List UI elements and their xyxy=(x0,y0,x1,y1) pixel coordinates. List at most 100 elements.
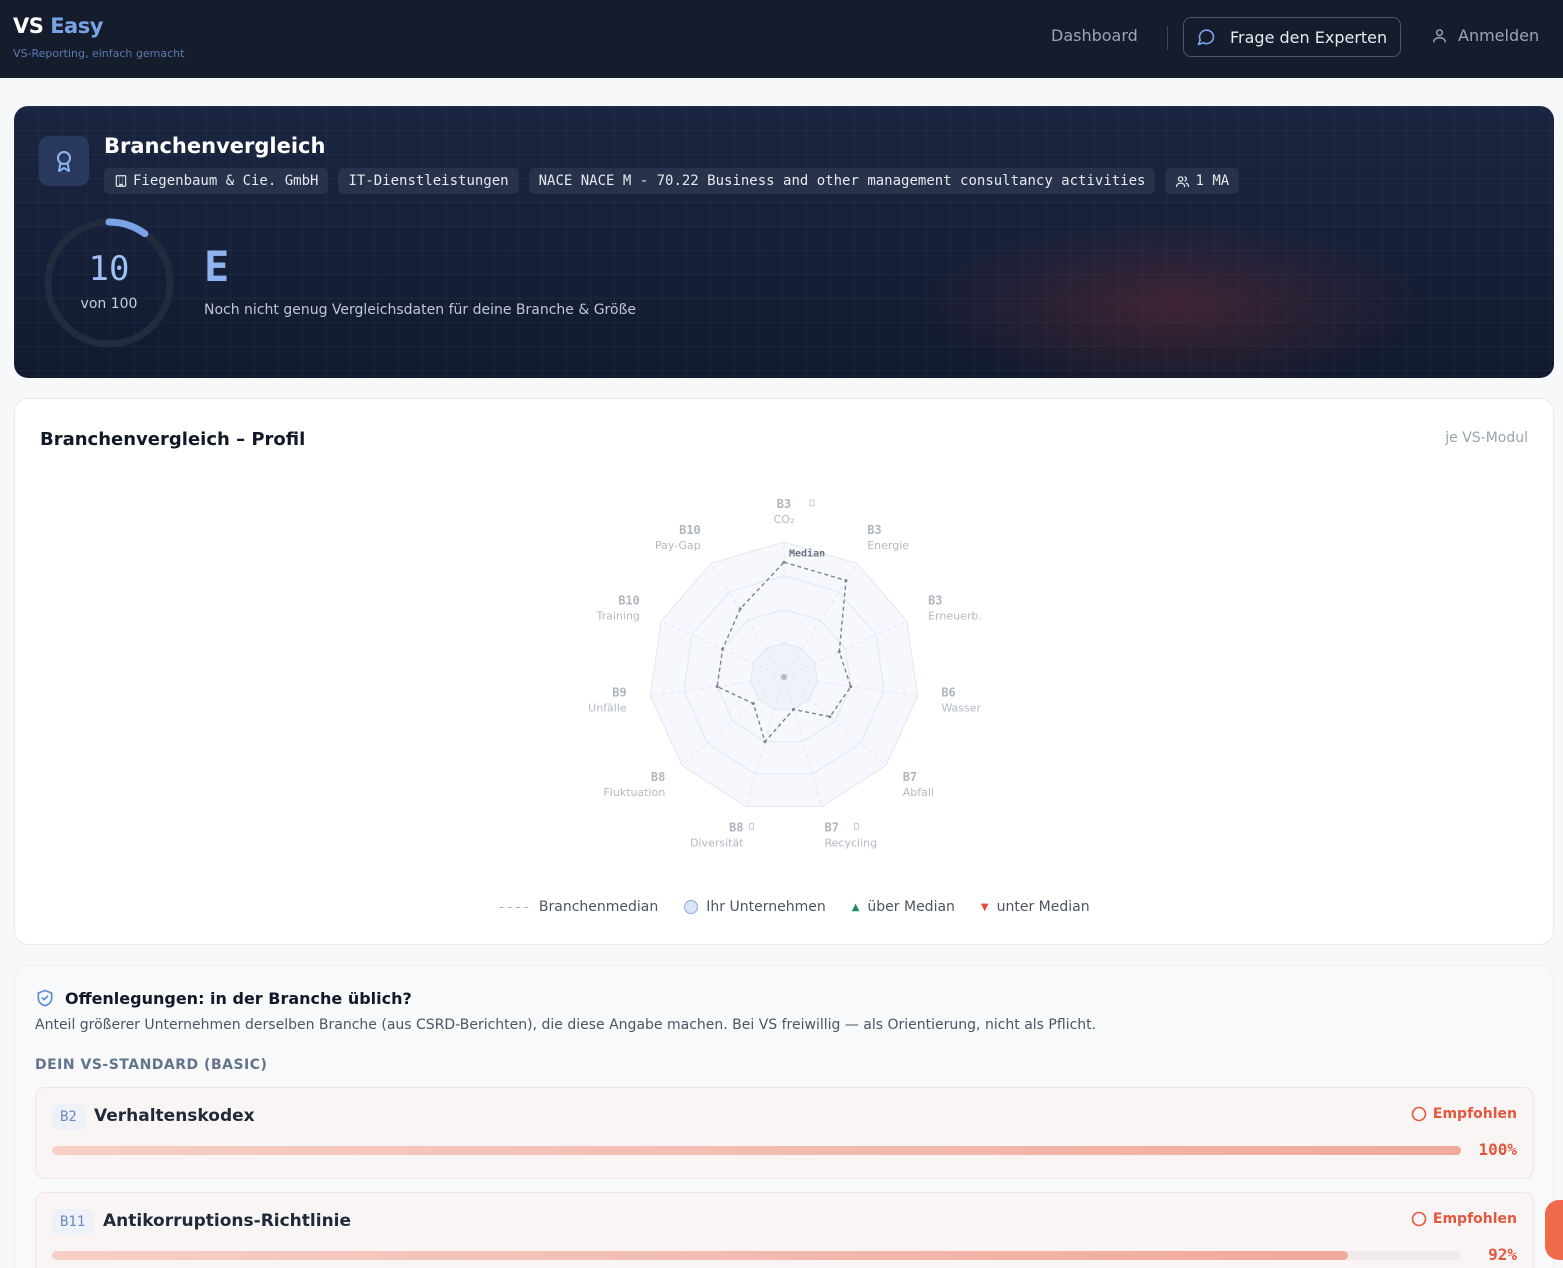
share-bar xyxy=(52,1146,1461,1155)
legend-median-label: Branchenmedian xyxy=(538,899,659,915)
legend-median: ---- Branchenmedian xyxy=(498,899,658,915)
axis-label: Diversität xyxy=(690,836,744,849)
benchmark-hero-card: Branchenvergleich Fiegenbaum & Cie. GmbH… xyxy=(14,106,1554,378)
login-link[interactable]: Anmelden xyxy=(1431,26,1539,45)
axis-label: Recycling xyxy=(824,836,877,849)
disclosure-name: Antikorruptions-Richtlinie xyxy=(103,1211,352,1231)
axis-code: B9 xyxy=(612,685,626,699)
radar-center xyxy=(781,674,787,680)
award-ribbon-icon xyxy=(39,136,89,186)
industry-chip: IT-Dienstleistungen xyxy=(338,168,519,194)
triangle-up-icon: ▲ xyxy=(851,901,860,913)
recommended-badge: Empfohlen xyxy=(1411,1106,1517,1122)
disclosures-header: Offenlegungen: in der Branche üblich? xyxy=(35,988,412,1008)
building-icon xyxy=(115,175,127,187)
company-chip: Fiegenbaum & Cie. GmbH xyxy=(104,168,329,194)
shield-check-icon xyxy=(37,989,53,1007)
axis-code: B3 xyxy=(867,523,881,537)
share-percent: 100% xyxy=(1478,1140,1517,1159)
users-icon xyxy=(1176,175,1190,187)
disclosure-row[interactable]: B11 Antikorruptions-Richtlinie Empfohlen… xyxy=(35,1192,1534,1268)
score-value: 10 xyxy=(88,249,130,289)
brand-name: VS xyxy=(13,14,44,38)
axis-label: Energie xyxy=(867,539,909,552)
ask-expert-label: Frage den Experten xyxy=(1230,27,1388,47)
badge-label: Empfohlen xyxy=(1432,1106,1517,1122)
radar-legend: ---- Branchenmedian Ihr Unternehmen ▲ üb… xyxy=(498,899,1116,915)
median-point xyxy=(792,707,796,711)
axis-label: Abfall xyxy=(903,786,934,799)
recommended-badge: Empfohlen xyxy=(1411,1211,1517,1227)
brand-tagline: VS-Reporting, einfach gemacht xyxy=(13,47,185,60)
chat-bubble-icon xyxy=(1197,29,1215,46)
axis-code: B8 xyxy=(729,820,743,834)
axis-code: B6 xyxy=(941,685,955,699)
ask-expert-button[interactable]: Frage den Experten xyxy=(1183,17,1401,57)
industry-profile-card: Branchenvergleich – Profil je VS-Modul M… xyxy=(14,398,1554,945)
nav-dashboard-link[interactable]: Dashboard xyxy=(1051,26,1138,45)
disclosures-title: Offenlegungen: in der Branche üblich? xyxy=(65,988,412,1008)
median-point xyxy=(844,578,848,582)
share-bar-fill xyxy=(52,1251,1349,1260)
company-chips: Fiegenbaum & Cie. GmbH IT-Dienstleistung… xyxy=(104,168,1240,194)
median-point xyxy=(715,685,719,689)
disclosure-code: B2 xyxy=(52,1104,85,1130)
disclosure-name: Verhaltenskodex xyxy=(94,1106,255,1126)
axis-code: B3 xyxy=(928,593,942,607)
top-navigation-bar: VS Easy VS-Reporting, einfach gemacht Da… xyxy=(0,0,1563,78)
axis-label: Wasser xyxy=(941,701,981,714)
axis-code: B3 xyxy=(777,497,791,511)
axis-label: CO₂ xyxy=(774,513,795,526)
disclosure-row[interactable]: B2 Verhaltenskodex Empfohlen 100% xyxy=(35,1087,1534,1179)
median-point xyxy=(763,740,767,744)
median-label: Median xyxy=(789,547,825,559)
grade-note: Noch nicht genug Vergleichsdaten für dei… xyxy=(204,302,637,318)
axis-label: Training xyxy=(596,609,640,622)
disclosure-code: B11 xyxy=(52,1209,94,1235)
median-point xyxy=(751,702,755,706)
section-heading: DEIN VS-STANDARD (BASIC) xyxy=(35,1057,268,1073)
axis-label: Unfälle xyxy=(588,701,627,714)
score-max-label: von 100 xyxy=(80,296,138,312)
axis-label: Erneuerb. xyxy=(928,609,982,622)
floating-help-button[interactable] xyxy=(1545,1200,1563,1260)
grade-letter: E xyxy=(204,242,230,291)
axis-code: B10 xyxy=(618,593,640,607)
nav-divider xyxy=(1167,26,1168,50)
page-title: Branchenvergleich xyxy=(104,134,326,158)
login-label: Anmelden xyxy=(1458,26,1540,45)
employees-chip: 1 MA xyxy=(1165,168,1240,194)
brand-name-accent: Easy xyxy=(50,14,103,38)
legend-below: ▼ unter Median xyxy=(981,899,1090,915)
legend-company-label: Ihr Unternehmen xyxy=(706,899,826,915)
median-point xyxy=(849,685,853,689)
share-bar xyxy=(52,1251,1461,1260)
radar-chart: Median B3 CO₂ B3 Energie B3 Erneuerb. B6 Wasser B… xyxy=(588,497,982,849)
axis-label: Fluktuation xyxy=(603,786,665,799)
triangle-down-icon: ▼ xyxy=(980,901,989,913)
share-percent: 92% xyxy=(1488,1245,1517,1264)
median-point xyxy=(782,560,786,564)
legend-above: ▲ über Median xyxy=(852,899,955,915)
legend-company: Ihr Unternehmen xyxy=(684,899,826,915)
circle-icon xyxy=(1411,1106,1427,1122)
legend-below-label: unter Median xyxy=(996,899,1090,915)
brand-logo: VS Easy xyxy=(13,14,184,38)
info-icon xyxy=(809,499,815,507)
legend-above-label: über Median xyxy=(867,899,955,915)
median-point xyxy=(721,647,725,651)
axis-code: B8 xyxy=(651,770,665,784)
disclosures-description: Anteil größerer Unternehmen derselben Br… xyxy=(35,1017,1097,1033)
axis-code: B7 xyxy=(903,770,917,784)
axis-code: B10 xyxy=(679,523,701,537)
share-bar-fill xyxy=(52,1146,1461,1155)
circle-icon xyxy=(1411,1211,1427,1227)
axis-label: Pay-Gap xyxy=(655,539,701,552)
user-icon xyxy=(1433,29,1446,43)
brand[interactable]: VS Easy VS-Reporting, einfach gemacht xyxy=(13,14,184,60)
dashed-line-icon: ---- xyxy=(498,900,531,914)
median-point xyxy=(738,607,742,611)
axis-code: B7 xyxy=(824,820,838,834)
median-point xyxy=(828,715,832,719)
nace-chip: NACE NACE M - 70.22 Business and other m… xyxy=(528,168,1156,194)
